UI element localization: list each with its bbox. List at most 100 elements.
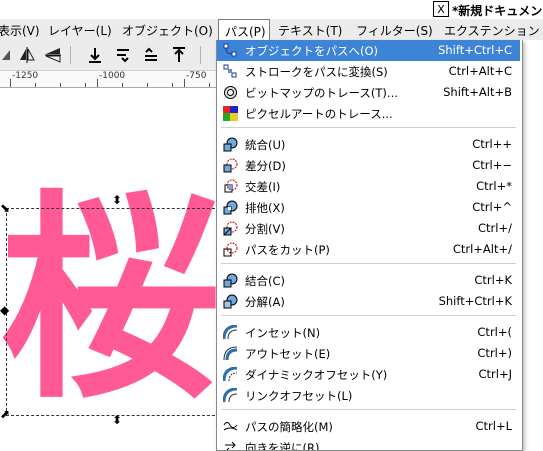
inset-icon xyxy=(223,325,238,340)
ruler-label: -1250 xyxy=(12,71,39,81)
menu-separator xyxy=(221,315,516,316)
menu-item-label: アウトセット(E) xyxy=(245,347,331,361)
menu-item-intersection[interactable]: 交差(I) Ctrl+* xyxy=(217,176,520,197)
menu-item-label: インセット(N) xyxy=(245,326,321,340)
scale-handle-top-left[interactable]: ⬊ xyxy=(0,202,10,214)
menu-item-label: 分割(V) xyxy=(245,222,285,236)
scale-handle-bottom[interactable]: ⬍ xyxy=(112,414,122,426)
toolbar-separator xyxy=(200,46,201,64)
object-to-path-icon xyxy=(223,43,237,57)
simplify-icon xyxy=(223,422,238,431)
raise-icon[interactable] xyxy=(142,46,160,64)
menu-item-linked-offset[interactable]: リンクオフセット(L) xyxy=(217,385,520,406)
menu-item-label: 統合(U) xyxy=(245,138,286,152)
menu-item-shortcut: Shift+Alt+B xyxy=(443,85,512,99)
menu-item-shortcut: Ctrl+L xyxy=(475,419,512,433)
menu-item-label: リンクオフセット(L) xyxy=(245,389,353,403)
menu-view[interactable]: 表示(V) xyxy=(0,22,40,39)
combine-icon xyxy=(223,273,238,288)
flip-vertical-icon[interactable] xyxy=(44,46,62,64)
break-apart-icon xyxy=(223,294,238,309)
menu-item-shortcut: Ctrl+/ xyxy=(478,221,512,235)
menu-item-division[interactable]: 分割(V) Ctrl+/ xyxy=(217,218,520,239)
menu-bar: 表示(V) レイヤー(L) オブジェクト(O) テキスト(T) フィルター(S)… xyxy=(0,19,543,41)
menu-item-inset[interactable]: インセット(N) Ctrl+( xyxy=(217,322,520,343)
menu-item-label: 向きを逆に(R) xyxy=(245,441,320,451)
menu-item-shortcut: Ctrl+( xyxy=(477,325,512,339)
dynamic-offset-icon xyxy=(223,367,238,382)
menu-item-label: ピクセルアートのトレース... xyxy=(245,107,393,121)
lower-to-bottom-icon[interactable] xyxy=(86,46,104,64)
menu-item-trace-pixel-art[interactable]: ピクセルアートのトレース... xyxy=(217,103,520,124)
union-icon xyxy=(223,137,238,152)
title-bar: X *新規ドキュメン xyxy=(0,0,543,19)
menu-item-shortcut: Ctrl+K xyxy=(474,273,512,287)
ruler-label: -1000 xyxy=(99,71,126,81)
menu-extensions[interactable]: エクステンション xyxy=(444,22,540,39)
raise-to-top-icon[interactable] xyxy=(170,46,188,64)
menu-filters[interactable]: フィルター(S) xyxy=(356,22,433,39)
menu-item-outset[interactable]: アウトセット(E) Ctrl+) xyxy=(217,343,520,364)
canvas-right-area xyxy=(521,40,543,450)
menu-layer[interactable]: レイヤー(L) xyxy=(48,22,112,39)
outset-icon xyxy=(223,346,238,361)
trace-pixel-art-icon xyxy=(223,106,238,121)
trace-bitmap-icon xyxy=(224,86,237,99)
flip-horizontal-icon[interactable] xyxy=(18,46,36,64)
menu-item-difference[interactable]: 差分(D) Ctrl+− xyxy=(217,155,520,176)
path-menu: オブジェクトをパスへ(O) Shift+Ctrl+C ストロークをパスに変換(S… xyxy=(216,40,523,451)
menu-item-label: パスをカット(P) xyxy=(245,243,330,257)
menu-text[interactable]: テキスト(T) xyxy=(278,22,342,39)
division-icon xyxy=(223,221,238,236)
menu-item-label: オブジェクトをパスへ(O) xyxy=(245,44,379,58)
menu-item-shortcut: Ctrl+− xyxy=(472,158,512,172)
exclusion-icon xyxy=(223,200,238,215)
menu-separator xyxy=(221,263,516,264)
reverse-icon xyxy=(225,441,236,450)
scale-handle-top[interactable]: ⬍ xyxy=(112,194,122,206)
menu-object[interactable]: オブジェクト(O) xyxy=(122,22,213,39)
scale-handle-left[interactable]: ◆ xyxy=(0,304,9,316)
menu-separator xyxy=(221,127,516,128)
menu-path[interactable]: パス(P) xyxy=(218,19,270,40)
menu-item-combine[interactable]: 結合(C) Ctrl+K xyxy=(217,270,520,291)
linked-offset-icon xyxy=(223,388,238,403)
menu-item-label: パスの簡略化(M) xyxy=(245,420,333,434)
menu-item-shortcut: Ctrl+^ xyxy=(472,200,512,214)
menu-item-stroke-to-path[interactable]: ストロークをパスに変換(S) Ctrl+Alt+C xyxy=(217,61,520,82)
menu-item-shortcut: Shift+Ctrl+K xyxy=(438,294,512,308)
menu-item-reverse[interactable]: 向きを逆に(R) xyxy=(217,437,520,451)
menu-item-dynamic-offset[interactable]: ダイナミックオフセット(Y) Ctrl+J xyxy=(217,364,520,385)
menu-item-label: ダイナミックオフセット(Y) xyxy=(245,368,388,382)
menu-item-label: 排他(X) xyxy=(245,201,285,215)
menu-item-shortcut: Ctrl+Alt+C xyxy=(448,64,512,78)
menu-item-break-apart[interactable]: 分解(A) Shift+Ctrl+K xyxy=(217,291,520,312)
menu-item-label: ビットマップのトレース(T)... xyxy=(245,86,398,100)
cut-path-icon xyxy=(223,242,238,257)
menu-item-trace-bitmap[interactable]: ビットマップのトレース(T)... Shift+Alt+B xyxy=(217,82,520,103)
menu-item-shortcut: Ctrl+) xyxy=(477,346,512,360)
lower-icon[interactable] xyxy=(114,46,132,64)
ruler-label: -750 xyxy=(186,71,207,81)
menu-item-exclusion[interactable]: 排他(X) Ctrl+^ xyxy=(217,197,520,218)
window-title: *新規ドキュメン xyxy=(452,4,543,18)
close-icon[interactable]: X xyxy=(433,1,449,17)
scale-handle-bottom-left[interactable]: ⬈ xyxy=(0,408,10,420)
selection-bounding-box xyxy=(6,208,220,416)
menu-item-cut-path[interactable]: パスをカット(P) Ctrl+Alt+/ xyxy=(217,239,520,260)
difference-icon xyxy=(223,158,238,173)
menu-item-union[interactable]: 統合(U) Ctrl++ xyxy=(217,134,520,155)
menu-item-label: 交差(I) xyxy=(245,180,281,194)
menu-item-shortcut: Ctrl++ xyxy=(472,137,512,151)
menu-separator xyxy=(221,409,516,410)
rotate-icon[interactable] xyxy=(0,46,18,64)
menu-item-simplify[interactable]: パスの簡略化(M) Ctrl+L xyxy=(217,416,520,437)
menu-item-shortcut: Ctrl+J xyxy=(478,367,513,381)
menu-item-shortcut: Ctrl+Alt+/ xyxy=(452,242,512,256)
stroke-to-path-icon xyxy=(223,64,237,78)
menu-item-shortcut: Ctrl+* xyxy=(476,179,512,193)
menu-item-object-to-path[interactable]: オブジェクトをパスへ(O) Shift+Ctrl+C xyxy=(217,40,520,61)
menu-item-shortcut: Shift+Ctrl+C xyxy=(438,43,512,57)
menu-item-label: 差分(D) xyxy=(245,159,286,173)
menu-item-label: 結合(C) xyxy=(245,274,286,288)
